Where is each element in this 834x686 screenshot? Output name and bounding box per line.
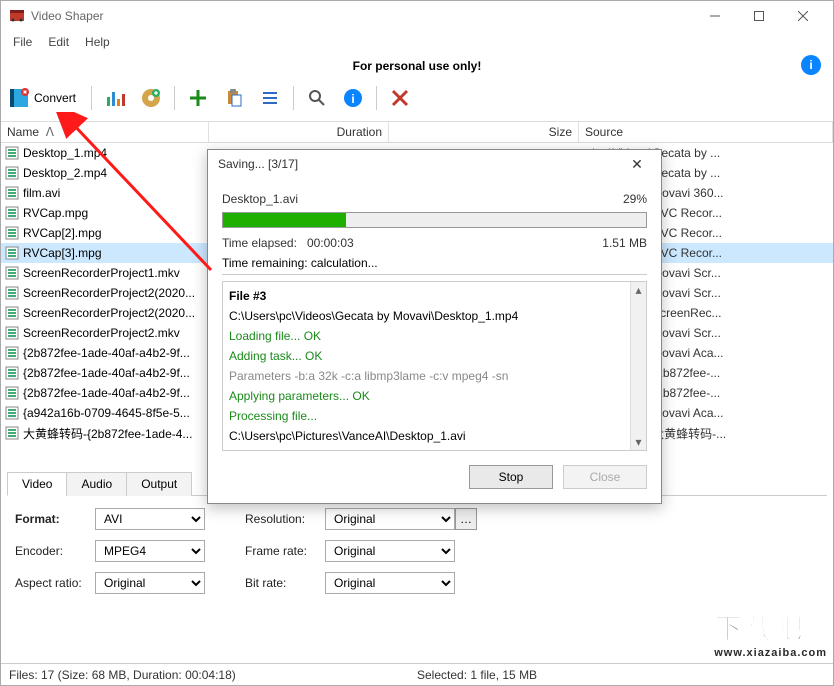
menu-help[interactable]: Help [77, 33, 118, 51]
separator [174, 86, 175, 110]
svg-text:i: i [351, 92, 354, 106]
list-button[interactable] [255, 83, 285, 113]
banner-text: For personal use only! [353, 59, 482, 73]
minimize-button[interactable] [693, 1, 737, 31]
stop-button[interactable]: Stop [469, 465, 553, 489]
saving-dialog: Saving... [3/17] ✕ Desktop_1.avi 29% Tim… [207, 149, 662, 504]
about-button[interactable]: i [338, 83, 368, 113]
search-button[interactable] [302, 83, 332, 113]
resolution-edit-button[interactable]: … [455, 508, 477, 530]
encoder-select[interactable]: MPEG4 [95, 540, 205, 562]
watermark: 下载吧 www.xiazaiba.com [714, 607, 827, 659]
col-name[interactable]: Name ᐱ [1, 122, 209, 142]
dialog-close-button[interactable]: Close [563, 465, 647, 489]
tab-output[interactable]: Output [126, 472, 192, 496]
progress-bar [222, 212, 647, 228]
log-box: File #3 C:\Users\pc\Videos\Gecata by Mov… [222, 281, 647, 451]
resolution-label: Resolution: [245, 512, 325, 526]
framerate-select[interactable]: Original [325, 540, 455, 562]
remaining-text: Time remaining: calculation... [222, 256, 647, 270]
title-bar: Video Shaper [1, 1, 833, 31]
separator [293, 86, 294, 110]
log-line: Loading file... OK [229, 326, 640, 346]
disc-button[interactable] [136, 83, 166, 113]
dialog-title: Saving... [3/17] [218, 157, 623, 171]
add-button[interactable] [183, 83, 213, 113]
col-source[interactable]: Source [579, 122, 833, 142]
remove-button[interactable] [385, 83, 415, 113]
log-scrollbar[interactable]: ▴▾ [630, 282, 646, 450]
window-title: Video Shaper [31, 9, 693, 23]
log-line: C:\Users\pc\Videos\Gecata by Movavi\Desk… [229, 306, 640, 326]
sort-up-icon: ᐱ [46, 125, 54, 139]
info-icon[interactable]: i [801, 55, 821, 75]
menu-bar: File Edit Help [1, 31, 833, 53]
status-files: Files: 17 (Size: 68 MB, Duration: 00:04:… [9, 668, 236, 682]
format-select[interactable]: AVI [95, 508, 205, 530]
resolution-select[interactable]: Original [325, 508, 455, 530]
log-line: C:\Users\pc\Pictures\VanceAI\Desktop_1.a… [229, 426, 640, 446]
bitrate-select[interactable]: Original [325, 572, 455, 594]
encoder-label: Encoder: [15, 544, 95, 558]
col-duration[interactable]: Duration [209, 122, 389, 142]
maximize-button[interactable] [737, 1, 781, 31]
elapsed-value: 00:00:03 [307, 236, 354, 250]
separator [376, 86, 377, 110]
log-line: Parameters -b:a 32k -c:a libmp3lame -c:v… [229, 366, 640, 386]
license-banner: For personal use only! i [1, 53, 833, 79]
menu-edit[interactable]: Edit [40, 33, 77, 51]
current-file: Desktop_1.avi [222, 192, 298, 206]
bitrate-label: Bit rate: [245, 576, 325, 590]
format-label: Format: [15, 512, 95, 526]
log-line: File #3 [229, 286, 640, 306]
col-size[interactable]: Size [389, 122, 579, 142]
paste-button[interactable] [219, 83, 249, 113]
toolbar: Convert i [1, 79, 833, 117]
separator [91, 86, 92, 110]
size-text: 1.51 MB [602, 236, 647, 250]
close-button[interactable] [781, 1, 825, 31]
status-bar: Files: 17 (Size: 68 MB, Duration: 00:04:… [1, 663, 833, 685]
tab-audio[interactable]: Audio [66, 472, 127, 496]
percent-text: 29% [623, 192, 647, 206]
status-selected: Selected: 1 file, 15 MB [417, 668, 537, 682]
framerate-label: Frame rate: [245, 544, 325, 558]
convert-label: Convert [34, 91, 76, 105]
equalizer-button[interactable] [100, 83, 130, 113]
log-line: Processing file... [229, 406, 640, 426]
aspect-label: Aspect ratio: [15, 576, 95, 590]
list-header: Name ᐱ Duration Size Source [1, 121, 833, 143]
dialog-close-icon[interactable]: ✕ [623, 156, 651, 173]
elapsed-label: Time elapsed: [222, 236, 297, 250]
app-icon [9, 8, 25, 24]
log-line: Applying parameters... OK [229, 386, 640, 406]
tab-video[interactable]: Video [7, 472, 67, 496]
aspect-select[interactable]: Original [95, 572, 205, 594]
log-line: Adding task... OK [229, 346, 640, 366]
video-panel: Format: AVI Resolution: Original … Encod… [1, 496, 833, 606]
convert-button[interactable]: Convert [7, 83, 83, 113]
menu-file[interactable]: File [5, 33, 40, 51]
